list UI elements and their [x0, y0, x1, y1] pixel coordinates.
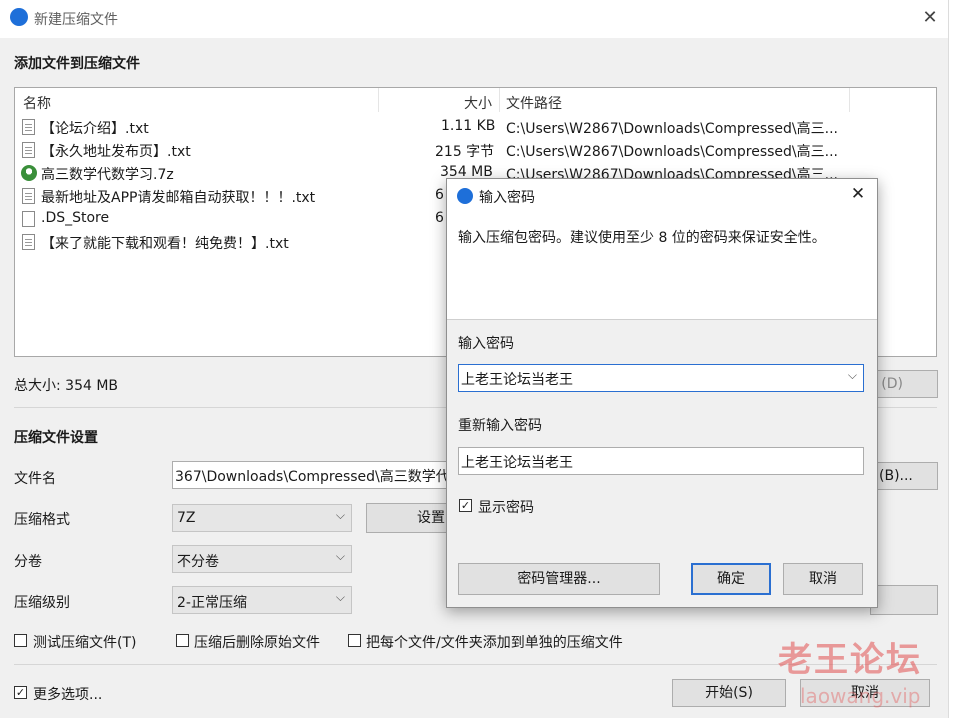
- separate-archives-checkbox[interactable]: [348, 634, 361, 647]
- browse-button-label: (B)...: [879, 468, 913, 484]
- password-label: 输入密码: [458, 336, 514, 352]
- app-logo-icon: [457, 188, 473, 204]
- test-archive-checkbox[interactable]: [14, 634, 27, 647]
- reenter-password-value: 上老王论坛当老王: [461, 455, 573, 471]
- blank-file-icon: [22, 211, 35, 227]
- delete-after-label: 压缩后删除原始文件: [194, 635, 320, 651]
- file-path: C:\Users\W2867\Downloads\Compressed\高三..…: [506, 144, 839, 160]
- column-header-size[interactable]: 大小: [464, 93, 492, 113]
- column-header-name[interactable]: 名称: [23, 93, 51, 113]
- total-size-label: 总大小: 354 MB: [14, 378, 119, 394]
- volume-label: 分卷: [14, 554, 42, 570]
- text-file-icon: [22, 142, 35, 158]
- section-add-files-heading: 添加文件到压缩文件: [14, 56, 140, 72]
- file-name: 最新地址及APP请发邮箱自动获取！！！.txt: [41, 190, 316, 206]
- browse-button[interactable]: (B)...: [870, 462, 938, 490]
- section-settings-heading: 压缩文件设置: [14, 430, 98, 446]
- chevron-down-icon: ⌵: [335, 508, 345, 522]
- file-size: 6: [435, 210, 444, 226]
- format-label: 压缩格式: [14, 512, 70, 528]
- main-titlebar: 新建压缩文件 ✕: [0, 0, 948, 38]
- ok-button-label: 确定: [717, 571, 745, 587]
- dialog-cancel-label: 取消: [809, 571, 837, 587]
- right-edge-strip: [948, 0, 960, 718]
- text-file-icon: [22, 234, 35, 250]
- partial-button[interactable]: [870, 585, 938, 615]
- column-divider[interactable]: [378, 88, 379, 112]
- ok-button[interactable]: 确定: [691, 563, 771, 595]
- watermark-url: laowang.vip: [800, 684, 921, 708]
- reenter-password-input[interactable]: 上老王论坛当老王: [458, 447, 864, 475]
- file-size: 215 字节: [435, 144, 495, 160]
- filename-value: 367\Downloads\Compressed\高三数学代: [175, 469, 448, 485]
- file-name: .DS_Store: [41, 210, 110, 226]
- start-button[interactable]: 开始(S): [672, 679, 786, 707]
- file-name: 【永久地址发布页】.txt: [41, 144, 191, 160]
- dialog-cancel-button[interactable]: 取消: [783, 563, 863, 595]
- file-name: 【论坛介绍】.txt: [41, 121, 149, 137]
- archive-7z-icon: [21, 165, 37, 181]
- more-options-checkbox[interactable]: ✓: [14, 686, 27, 699]
- start-button-label: 开始(S): [705, 685, 753, 701]
- level-label: 压缩级别: [14, 595, 70, 611]
- password-manager-label: 密码管理器...: [517, 571, 601, 587]
- dialog-hint-area: 输入压缩包密码。建议使用至少 8 位的密码来保证安全性。: [447, 211, 877, 320]
- column-header-path[interactable]: 文件路径: [506, 93, 562, 113]
- app-logo-icon: [10, 8, 28, 26]
- chevron-down-icon[interactable]: ⌵: [848, 368, 857, 383]
- password-manager-button[interactable]: 密码管理器...: [458, 563, 660, 595]
- password-dialog: 输入密码 ✕ 输入压缩包密码。建议使用至少 8 位的密码来保证安全性。 输入密码…: [446, 178, 878, 608]
- close-icon[interactable]: ✕: [847, 183, 869, 205]
- file-name: 【来了就能下载和观看！纯免费！】.txt: [41, 236, 289, 252]
- delete-after-checkbox[interactable]: [176, 634, 189, 647]
- window-title: 新建压缩文件: [34, 12, 118, 28]
- dialog-hint-text: 输入压缩包密码。建议使用至少 8 位的密码来保证安全性。: [458, 230, 826, 246]
- list-item[interactable]: 【论坛介绍】.txt 1.11 KB C:\Users\W2867\Downlo…: [15, 117, 936, 139]
- chevron-down-icon: ⌵: [335, 590, 345, 604]
- text-file-icon: [22, 188, 35, 204]
- column-divider[interactable]: [499, 88, 500, 112]
- show-password-checkbox[interactable]: ✓: [459, 499, 472, 512]
- format-select[interactable]: 7Z ⌵: [172, 504, 352, 532]
- volume-value: 不分卷: [177, 554, 219, 570]
- password-value: 上老王论坛当老王: [461, 372, 573, 388]
- file-name: 高三数学代数学习.7z: [41, 167, 174, 183]
- text-file-icon: [22, 119, 35, 135]
- watermark-text: 老王论坛: [778, 640, 922, 680]
- file-size: 1.11 KB: [441, 118, 496, 134]
- filename-input[interactable]: 367\Downloads\Compressed\高三数学代: [172, 461, 448, 489]
- show-password-label: 显示密码: [478, 500, 534, 516]
- format-settings-button[interactable]: 设置: [366, 503, 448, 533]
- chevron-down-icon: ⌵: [335, 549, 345, 563]
- file-size: 6: [435, 187, 444, 203]
- list-item[interactable]: 【永久地址发布页】.txt 215 字节 C:\Users\W2867\Down…: [15, 140, 936, 162]
- more-options-label: 更多选项...: [33, 687, 103, 703]
- password-input[interactable]: 上老王论坛当老王 ⌵: [458, 364, 864, 392]
- reenter-password-label: 重新输入密码: [458, 418, 542, 434]
- test-archive-label: 测试压缩文件(T): [33, 635, 137, 651]
- column-divider[interactable]: [849, 88, 850, 112]
- file-path: C:\Users\W2867\Downloads\Compressed\高三..…: [506, 121, 839, 137]
- level-value: 2-正常压缩: [177, 595, 247, 611]
- separate-archives-label: 把每个文件/文件夹添加到单独的压缩文件: [366, 635, 623, 651]
- dialog-titlebar: 输入密码 ✕: [447, 179, 877, 211]
- settings-button-label: 设置: [417, 510, 445, 526]
- close-icon[interactable]: ✕: [918, 6, 942, 30]
- delete-button-label: (D): [881, 376, 903, 392]
- dialog-title: 输入密码: [479, 190, 535, 206]
- format-value: 7Z: [177, 510, 196, 526]
- filename-label: 文件名: [14, 471, 56, 487]
- level-select[interactable]: 2-正常压缩 ⌵: [172, 586, 352, 614]
- volume-select[interactable]: 不分卷 ⌵: [172, 545, 352, 573]
